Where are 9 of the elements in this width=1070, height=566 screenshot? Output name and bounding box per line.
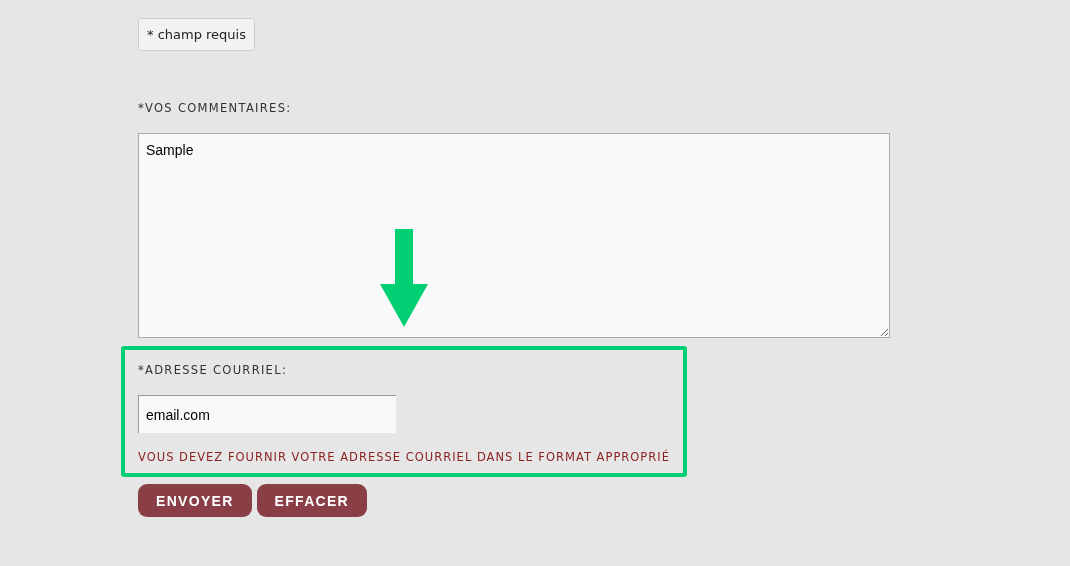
required-note: * champ requis (138, 18, 255, 51)
email-label: *ADRESSE COURRIEL: (138, 363, 289, 377)
comments-label: *VOS COMMENTAIRES: (138, 101, 293, 115)
comments-field[interactable]: Sample (138, 133, 890, 338)
form-button[interactable]: EFFACER (256, 484, 367, 517)
email-field[interactable]: email.com (138, 395, 396, 433)
form-button[interactable]: ENVOYER (138, 484, 252, 517)
error-message: VOUS DEVEZ FOURNIR VOTRE ADRESSE COURRIEL DANS LE FORMAT APPROPRIÉ (138, 450, 671, 464)
down-arrow-icon (379, 229, 429, 328)
